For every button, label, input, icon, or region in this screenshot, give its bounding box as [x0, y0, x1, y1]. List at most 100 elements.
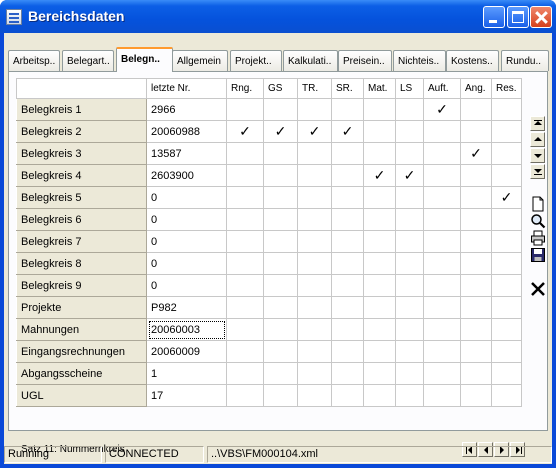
- tab-3[interactable]: Belegn..: [116, 47, 173, 72]
- check-cell[interactable]: [297, 230, 332, 253]
- check-cell[interactable]: [297, 274, 332, 297]
- last-number-cell[interactable]: 20060009: [146, 340, 227, 363]
- check-cell[interactable]: [263, 274, 298, 297]
- check-cell[interactable]: [491, 318, 522, 341]
- checked-cell[interactable]: ✓: [491, 186, 522, 209]
- check-cell[interactable]: [297, 208, 332, 231]
- check-cell[interactable]: [395, 384, 424, 407]
- check-cell[interactable]: [363, 230, 396, 253]
- check-cell[interactable]: [226, 296, 264, 319]
- minimize-button[interactable]: [483, 6, 505, 28]
- check-cell[interactable]: [395, 318, 424, 341]
- check-cell[interactable]: [423, 274, 461, 297]
- check-cell[interactable]: [363, 252, 396, 275]
- check-cell[interactable]: [363, 98, 396, 121]
- check-cell[interactable]: [263, 318, 298, 341]
- check-cell[interactable]: [423, 296, 461, 319]
- tab-2[interactable]: Belegart..: [62, 50, 114, 71]
- check-cell[interactable]: [460, 318, 492, 341]
- check-cell[interactable]: [297, 384, 332, 407]
- checked-cell[interactable]: ✓: [297, 120, 332, 143]
- check-cell[interactable]: [491, 362, 522, 385]
- check-cell[interactable]: [263, 384, 298, 407]
- check-cell[interactable]: [423, 362, 461, 385]
- check-cell[interactable]: [423, 384, 461, 407]
- last-number-cell[interactable]: 20060988: [146, 120, 227, 143]
- check-cell[interactable]: [363, 274, 396, 297]
- check-cell[interactable]: [491, 274, 522, 297]
- check-cell[interactable]: [395, 274, 424, 297]
- tab-5[interactable]: Projekt..: [230, 50, 282, 71]
- check-cell[interactable]: [423, 318, 461, 341]
- check-cell[interactable]: [331, 186, 364, 209]
- check-cell[interactable]: [263, 142, 298, 165]
- checked-cell[interactable]: ✓: [226, 120, 264, 143]
- check-cell[interactable]: [363, 142, 396, 165]
- last-number-cell[interactable]: 0: [146, 230, 227, 253]
- check-cell[interactable]: [491, 296, 522, 319]
- check-cell[interactable]: [297, 340, 332, 363]
- check-cell[interactable]: [491, 252, 522, 275]
- tab-7[interactable]: Preisein..: [338, 50, 392, 71]
- check-cell[interactable]: [395, 340, 424, 363]
- checked-cell[interactable]: ✓: [263, 120, 298, 143]
- check-cell[interactable]: [423, 252, 461, 275]
- check-cell[interactable]: [297, 318, 332, 341]
- check-cell[interactable]: [363, 362, 396, 385]
- last-number-cell[interactable]: P982: [146, 296, 227, 319]
- last-number-cell[interactable]: 20060003: [146, 318, 227, 341]
- check-cell[interactable]: [263, 362, 298, 385]
- check-cell[interactable]: [297, 164, 332, 187]
- check-cell[interactable]: [297, 296, 332, 319]
- check-cell[interactable]: [423, 142, 461, 165]
- check-cell[interactable]: [331, 340, 364, 363]
- tab-6[interactable]: Kalkulati..: [283, 50, 338, 71]
- tab-8[interactable]: Nichteis..: [393, 50, 446, 71]
- check-cell[interactable]: [491, 340, 522, 363]
- tab-10[interactable]: Rundu..: [501, 50, 549, 71]
- check-cell[interactable]: [491, 230, 522, 253]
- check-cell[interactable]: [263, 98, 298, 121]
- check-cell[interactable]: [491, 98, 522, 121]
- check-cell[interactable]: [460, 340, 492, 363]
- check-cell[interactable]: [460, 230, 492, 253]
- check-cell[interactable]: [460, 384, 492, 407]
- check-cell[interactable]: [226, 384, 264, 407]
- check-cell[interactable]: [297, 252, 332, 275]
- check-cell[interactable]: [460, 164, 492, 187]
- check-cell[interactable]: [263, 164, 298, 187]
- check-cell[interactable]: [491, 384, 522, 407]
- check-cell[interactable]: [297, 362, 332, 385]
- title-bar[interactable]: Bereichsdaten: [0, 0, 556, 33]
- check-cell[interactable]: [460, 98, 492, 121]
- check-cell[interactable]: [226, 274, 264, 297]
- check-cell[interactable]: [460, 274, 492, 297]
- check-cell[interactable]: [460, 296, 492, 319]
- check-cell[interactable]: [460, 208, 492, 231]
- check-cell[interactable]: [460, 252, 492, 275]
- tab-1[interactable]: Arbeitsp..: [8, 50, 60, 71]
- tab-9[interactable]: Kostens..: [446, 50, 499, 71]
- check-cell[interactable]: [331, 318, 364, 341]
- check-cell[interactable]: [491, 142, 522, 165]
- check-cell[interactable]: [395, 296, 424, 319]
- check-cell[interactable]: [331, 208, 364, 231]
- scroll-last-icon[interactable]: [530, 164, 545, 179]
- check-cell[interactable]: [423, 186, 461, 209]
- check-cell[interactable]: [331, 164, 364, 187]
- check-cell[interactable]: [491, 164, 522, 187]
- tab-4[interactable]: Allgemein: [172, 50, 228, 71]
- check-cell[interactable]: [395, 252, 424, 275]
- last-number-cell[interactable]: 0: [146, 252, 227, 275]
- check-cell[interactable]: [226, 340, 264, 363]
- checked-cell[interactable]: ✓: [423, 98, 461, 121]
- check-cell[interactable]: [423, 230, 461, 253]
- check-cell[interactable]: [263, 340, 298, 363]
- check-cell[interactable]: [423, 208, 461, 231]
- last-number-cell[interactable]: 13587: [146, 142, 227, 165]
- check-cell[interactable]: [331, 362, 364, 385]
- delete-icon[interactable]: [530, 281, 546, 297]
- check-cell[interactable]: [331, 384, 364, 407]
- check-cell[interactable]: [363, 340, 396, 363]
- check-cell[interactable]: [363, 208, 396, 231]
